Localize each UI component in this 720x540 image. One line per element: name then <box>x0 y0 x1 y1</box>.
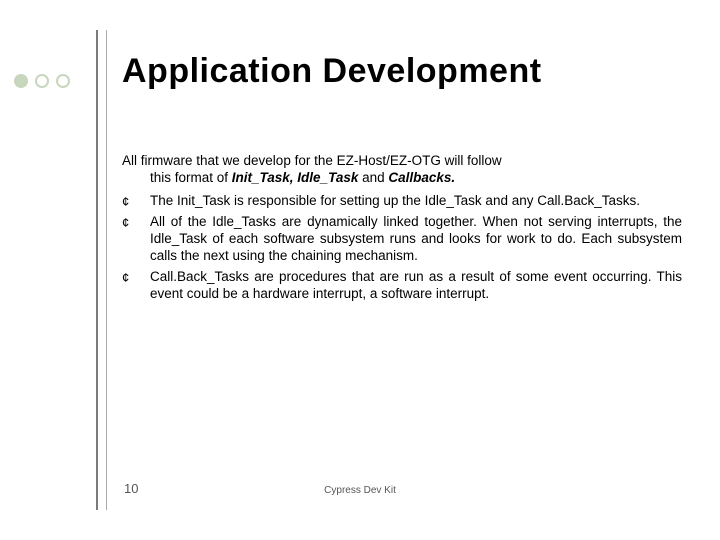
intro-line1: All firmware that we develop for the EZ-… <box>122 153 502 168</box>
list-item: ¢ The Init_Task is responsible for setti… <box>122 193 682 210</box>
list-item: ¢ All of the Idle_Tasks are dynamically … <box>122 214 682 265</box>
intro-emphasis-1: Init_Task, Idle_Task <box>232 170 359 185</box>
intro-line2: this format of Init_Task, Idle_Task and … <box>122 170 682 187</box>
bullet-icon: ¢ <box>122 214 150 265</box>
list-item-text: Call.Back_Tasks are procedures that are … <box>150 269 682 303</box>
divider-line-inner <box>106 30 107 510</box>
footer-text: Cypress Dev Kit <box>0 485 720 496</box>
slide: Application Development All firmware tha… <box>0 0 720 540</box>
list-item: ¢ Call.Back_Tasks are procedures that ar… <box>122 269 682 303</box>
slide-title: Application Development <box>122 52 682 91</box>
slide-markers <box>14 74 70 88</box>
intro-emphasis-2: Callbacks. <box>388 170 455 185</box>
content-area: Application Development All firmware tha… <box>122 52 682 306</box>
list-item-text: All of the Idle_Tasks are dynamically li… <box>150 214 682 265</box>
bullet-list: ¢ The Init_Task is responsible for setti… <box>122 193 682 303</box>
intro-middle: and <box>358 170 388 185</box>
marker-dot-outline <box>56 74 70 88</box>
bullet-icon: ¢ <box>122 269 150 303</box>
divider-line-outer <box>96 30 98 510</box>
intro-prefix: this format of <box>150 170 232 185</box>
list-item-text: The Init_Task is responsible for setting… <box>150 193 682 210</box>
bullet-icon: ¢ <box>122 193 150 210</box>
body-text: All firmware that we develop for the EZ-… <box>122 153 682 302</box>
marker-dot-filled <box>14 74 28 88</box>
intro-paragraph: All firmware that we develop for the EZ-… <box>122 153 682 187</box>
marker-dot-outline <box>35 74 49 88</box>
